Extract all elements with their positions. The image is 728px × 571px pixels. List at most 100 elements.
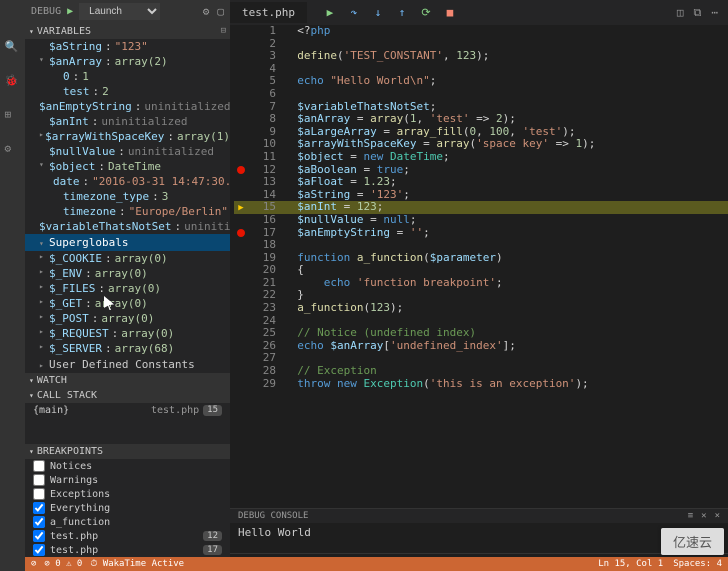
code-line[interactable]: 19 function a_function($parameter) <box>234 252 728 265</box>
editor-tab[interactable]: test.php <box>230 2 308 23</box>
settings-icon[interactable]: ⚙ <box>5 142 21 158</box>
status-remote[interactable]: ⊘ <box>31 559 36 569</box>
variable-row[interactable]: $nullValue:uninitialized <box>25 144 230 159</box>
breakpoint-gutter[interactable] <box>234 264 248 277</box>
breakpoint-gutter[interactable] <box>234 227 248 240</box>
clear-icon[interactable]: ✕ <box>701 511 706 521</box>
callstack-frame[interactable]: {main} test.php 15 <box>25 403 230 418</box>
breakpoint-gutter[interactable] <box>234 75 248 88</box>
code-line[interactable]: 3 define('TEST_CONSTANT', 123); <box>234 50 728 63</box>
superglobal-row[interactable]: ▸$_FILES:array(0) <box>25 281 230 296</box>
superglobal-row[interactable]: ▸$_SERVER:array(68) <box>25 341 230 356</box>
breakpoint-gutter[interactable] <box>234 101 248 114</box>
breakpoint-gutter[interactable] <box>234 164 248 177</box>
split-editor-icon[interactable]: ◫ <box>677 6 684 20</box>
breakpoint-gutter[interactable] <box>234 289 248 302</box>
breakpoint-row[interactable]: Notices <box>25 459 230 473</box>
superglobal-row[interactable]: ▸$_POST:array(0) <box>25 311 230 326</box>
code-line[interactable]: 5 echo "Hello World\n"; <box>234 75 728 88</box>
variable-row[interactable]: timezone:"Europe/Berlin" <box>25 204 230 219</box>
breakpoint-gutter[interactable] <box>234 126 248 139</box>
code-line[interactable]: 23 a_function(123); <box>234 302 728 315</box>
status-wakatime[interactable]: ⏱ WakaTime Active <box>90 559 184 569</box>
variable-row[interactable]: $anInt:uninitialized <box>25 114 230 129</box>
breakpoint-gutter[interactable] <box>234 277 248 290</box>
close-icon[interactable]: × <box>715 511 720 521</box>
extensions-icon[interactable]: ⊞ <box>5 108 21 124</box>
variable-row[interactable]: $variableThatsNotSet:uninitialized <box>25 219 230 234</box>
restart-button[interactable]: ⟳ <box>419 6 433 20</box>
code-line[interactable]: 21 echo 'function breakpoint'; <box>234 277 728 290</box>
variable-row[interactable]: 0:1 <box>25 69 230 84</box>
step-out-button[interactable]: ↑ <box>395 6 409 20</box>
variable-row[interactable]: ▸$arrayWithSpaceKey:array(1) <box>25 129 230 144</box>
breakpoint-gutter[interactable] <box>234 38 248 51</box>
status-spaces[interactable]: Spaces: 4 <box>673 559 722 569</box>
superglobal-row[interactable]: ▸$_COOKIE:array(0) <box>25 251 230 266</box>
breakpoint-gutter[interactable] <box>234 252 248 265</box>
breakpoint-checkbox[interactable] <box>33 544 45 556</box>
breakpoint-gutter[interactable] <box>234 302 248 315</box>
variable-row[interactable]: ▾$anArray:array(2) <box>25 54 230 69</box>
debug-icon[interactable]: 🐞 <box>5 74 21 90</box>
breakpoint-gutter[interactable] <box>234 88 248 101</box>
collapse-icon[interactable]: ⊟ <box>221 26 226 36</box>
step-over-button[interactable]: ↷ <box>347 6 361 20</box>
code-line[interactable]: 26 echo $anArray['undefined_index']; <box>234 340 728 353</box>
more-icon[interactable]: ⋯ <box>711 6 718 20</box>
continue-button[interactable]: ▶ <box>323 6 337 20</box>
superglobal-row[interactable]: ▸$_GET:array(0) <box>25 296 230 311</box>
variable-row[interactable]: test:2 <box>25 84 230 99</box>
breakpoint-gutter[interactable] <box>234 176 248 189</box>
breakpoint-checkbox[interactable] <box>33 460 45 472</box>
breakpoint-row[interactable]: Exceptions <box>25 487 230 501</box>
gear-icon[interactable]: ⚙ <box>203 5 210 18</box>
breakpoint-gutter[interactable] <box>234 189 248 202</box>
breakpoint-gutter[interactable] <box>234 151 248 164</box>
breakpoint-row[interactable]: a_function <box>25 515 230 529</box>
breakpoint-gutter[interactable] <box>234 340 248 353</box>
breakpoint-gutter[interactable] <box>234 239 248 252</box>
breakpoint-gutter[interactable] <box>234 113 248 126</box>
breakpoint-gutter[interactable] <box>234 63 248 76</box>
diff-icon[interactable]: ⧉ <box>694 6 702 20</box>
breakpoint-row[interactable]: Everything <box>25 501 230 515</box>
breakpoint-gutter[interactable] <box>234 352 248 365</box>
variables-header[interactable]: ▾ VARIABLES ⊟ <box>25 24 230 39</box>
launch-config-select[interactable]: Launch <box>79 3 160 20</box>
breakpoint-row[interactable]: test.php12 <box>25 529 230 543</box>
console-icon[interactable]: ▢ <box>217 5 224 18</box>
breakpoint-row[interactable]: test.php17 <box>25 543 230 557</box>
variable-row[interactable]: ▾$object:DateTime <box>25 159 230 174</box>
code-line[interactable]: 17 $anEmptyString = ''; <box>234 227 728 240</box>
scope-user-constants[interactable]: ▸User Defined Constants <box>25 356 230 373</box>
breakpoint-gutter[interactable]: ▶ <box>234 201 248 214</box>
play-icon[interactable]: ▶ <box>67 6 73 17</box>
breakpoint-row[interactable]: Warnings <box>25 473 230 487</box>
superglobal-row[interactable]: ▸$_REQUEST:array(0) <box>25 326 230 341</box>
wrap-icon[interactable]: ≡ <box>688 511 693 521</box>
code-body[interactable]: 1 <?php2 3 define('TEST_CONSTANT', 123);… <box>230 25 728 508</box>
superglobal-row[interactable]: ▸$_ENV:array(0) <box>25 266 230 281</box>
breakpoint-checkbox[interactable] <box>33 488 45 500</box>
code-line[interactable]: 1 <?php <box>234 25 728 38</box>
code-line[interactable]: 29 throw new Exception('this is an excep… <box>234 378 728 391</box>
breakpoint-gutter[interactable] <box>234 50 248 63</box>
debug-console-tab[interactable]: DEBUG CONSOLE <box>238 511 308 521</box>
breakpoint-checkbox[interactable] <box>33 530 45 542</box>
callstack-header[interactable]: ▾ CALL STACK <box>25 388 230 403</box>
breakpoint-gutter[interactable] <box>234 315 248 328</box>
variable-row[interactable]: $aString:"123" <box>25 39 230 54</box>
variable-row[interactable]: date:"2016-03-31 14:47:30.000000" <box>25 174 230 189</box>
watch-header[interactable]: ▾ WATCH <box>25 373 230 388</box>
search-icon[interactable]: 🔍 <box>5 40 21 56</box>
stop-button[interactable]: ■ <box>443 6 457 20</box>
breakpoint-checkbox[interactable] <box>33 474 45 486</box>
breakpoints-header[interactable]: ▾ BREAKPOINTS <box>25 444 230 459</box>
status-problems[interactable]: ⊘ 0 ⚠ 0 <box>44 559 82 569</box>
status-cursor[interactable]: Ln 15, Col 1 <box>598 559 663 569</box>
breakpoint-gutter[interactable] <box>234 25 248 38</box>
breakpoint-gutter[interactable] <box>234 378 248 391</box>
breakpoint-gutter[interactable] <box>234 138 248 151</box>
breakpoint-checkbox[interactable] <box>33 516 45 528</box>
